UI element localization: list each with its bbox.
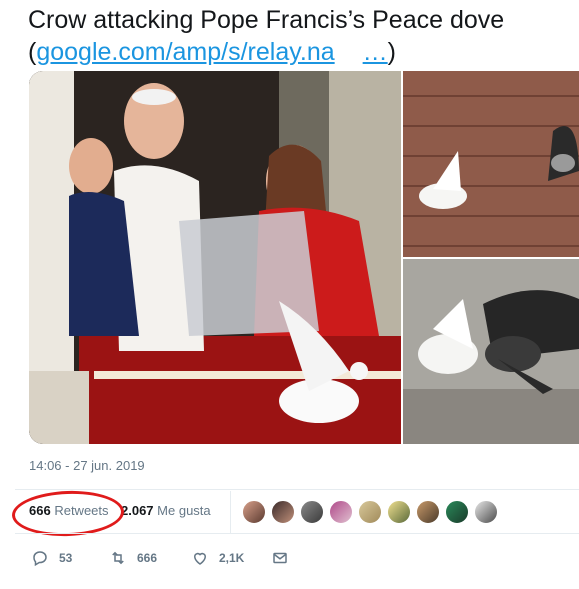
tweet-title: Crow attacking Pope Francis’s Peace dove <box>28 6 505 34</box>
reply-button[interactable]: 53 <box>31 549 72 567</box>
avatar[interactable] <box>358 500 382 524</box>
photo-crow-attack[interactable] <box>403 259 579 444</box>
direct-message-button[interactable] <box>271 549 299 567</box>
avatar[interactable] <box>271 500 295 524</box>
reply-icon <box>33 551 47 567</box>
heart-icon <box>193 552 207 565</box>
tweet-text: Crow attacking Pope Francis’s Peace dove… <box>28 4 573 68</box>
avatar[interactable] <box>474 500 498 524</box>
divider-bottom <box>15 533 579 534</box>
tweet-actions: 53 666 2,1K <box>15 543 579 573</box>
avatar[interactable] <box>329 500 353 524</box>
tweet-timestamp[interactable]: 14:06 - 27 jun. 2019 <box>29 458 145 473</box>
reply-count: 53 <box>59 551 73 565</box>
avatar[interactable] <box>387 500 411 524</box>
like-button[interactable]: 2,1K <box>191 549 244 567</box>
photo-pope-balcony[interactable] <box>29 71 401 444</box>
avatar[interactable] <box>416 500 440 524</box>
like-count: 2,1K <box>219 551 245 565</box>
photo-dove-brick-wall[interactable] <box>403 71 579 257</box>
retweet-button[interactable]: 666 <box>109 549 157 567</box>
likes-label: Me gusta <box>157 503 211 518</box>
paren-close: ) <box>387 38 396 66</box>
likes-count: 2.067 <box>121 503 154 518</box>
link-ellipsis[interactable]: … <box>363 38 388 66</box>
stats-separator <box>230 491 231 533</box>
avatar[interactable] <box>242 500 266 524</box>
retweet-icon <box>112 551 124 565</box>
media-grid <box>29 71 579 444</box>
retweet-count: 666 <box>137 551 158 565</box>
likes-stat[interactable]: 2.067 Me gusta <box>121 503 211 518</box>
avatar[interactable] <box>445 500 469 524</box>
avatar[interactable] <box>300 500 324 524</box>
divider-top <box>15 489 579 490</box>
tweet-link[interactable]: google.com/amp/s/relay.na <box>36 38 334 66</box>
message-icon <box>273 552 287 564</box>
